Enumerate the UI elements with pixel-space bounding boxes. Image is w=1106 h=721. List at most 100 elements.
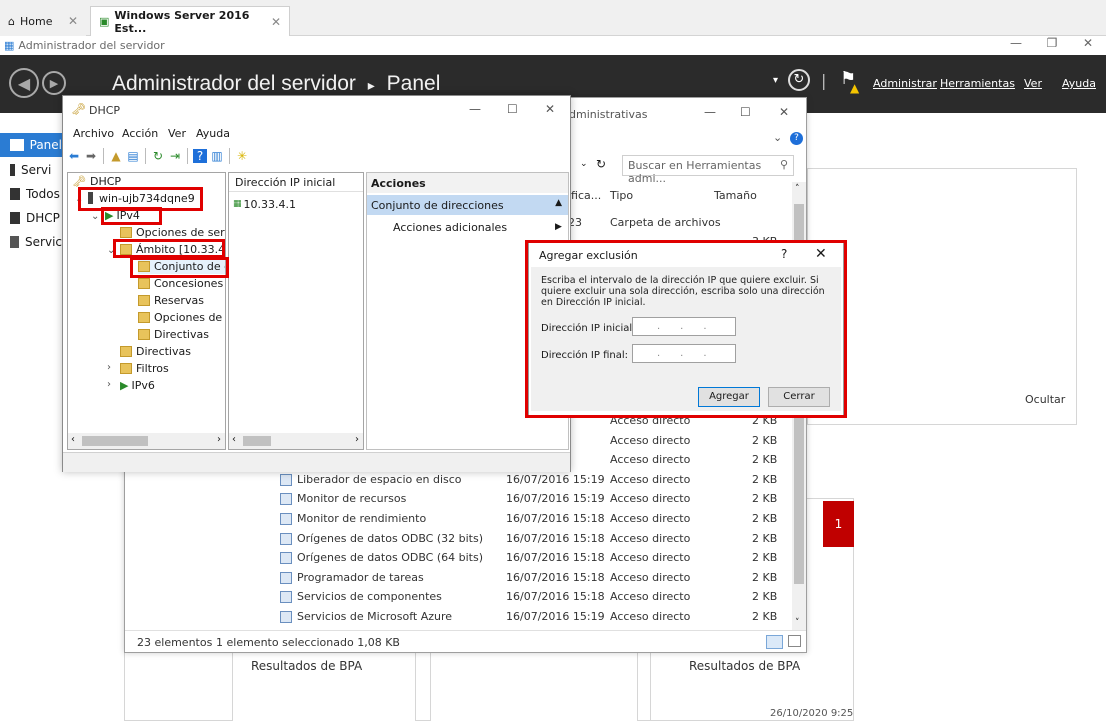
scrollbar-thumb[interactable] xyxy=(82,436,148,446)
help-button[interactable]: ? xyxy=(781,247,787,261)
tree-item-scope[interactable]: Ámbito [10.33.4.0] xyxy=(120,241,225,257)
help-icon[interactable]: ? xyxy=(790,132,803,145)
status-badge[interactable]: 1 xyxy=(823,501,854,547)
chevron-left-icon[interactable]: ‹ xyxy=(71,434,75,445)
close-icon[interactable]: ✕ xyxy=(271,15,281,29)
restore-icon[interactable]: ❐ xyxy=(1034,36,1070,50)
chevron-down-icon[interactable]: ⌄ xyxy=(91,211,99,222)
tree-item-filters[interactable]: Filtros xyxy=(120,360,169,376)
sidebar-item-file-services[interactable]: Servic xyxy=(0,230,62,254)
forward-button[interactable]: ▶ xyxy=(42,71,66,95)
scrollbar-thumb[interactable] xyxy=(243,436,271,446)
chevron-down-icon[interactable]: ⌄ xyxy=(75,194,83,205)
menu-manage[interactable]: Administrar xyxy=(873,77,937,90)
column-header-size[interactable]: Tamaño xyxy=(714,189,757,202)
new-exclusion-icon[interactable]: ✳ xyxy=(235,149,249,163)
bpa-results-right[interactable]: Resultados de BPA xyxy=(689,659,800,673)
menu-view[interactable]: Ver xyxy=(1024,77,1042,90)
help-icon[interactable]: ? xyxy=(193,149,207,163)
chevron-right-icon[interactable]: › xyxy=(107,379,111,390)
chevron-down-icon[interactable]: ⌄ xyxy=(773,131,782,144)
show-tree-icon[interactable]: ▤ xyxy=(126,149,140,163)
tree-item-leases[interactable]: Concesiones de xyxy=(138,275,225,291)
chevron-up-icon[interactable]: ˄ xyxy=(795,184,800,194)
close-icon[interactable]: ✕ xyxy=(779,105,789,119)
column-header-modified[interactable]: ifica... xyxy=(568,189,601,202)
tree-item-scope-options[interactable]: Opciones de ár xyxy=(138,309,225,325)
chevron-right-icon[interactable]: › xyxy=(107,362,111,373)
tree-item-ipv4[interactable]: ▶ IPv4 xyxy=(105,207,140,223)
table-row[interactable]: Orígenes de datos ODBC (64 bits) 16/07/20… xyxy=(125,548,806,568)
column-header-start-ip[interactable]: Dirección IP inicial xyxy=(235,176,335,189)
large-icons-view-icon[interactable] xyxy=(788,635,801,647)
tree-item-policies[interactable]: Directivas xyxy=(120,343,191,359)
close-icon[interactable]: ✕ xyxy=(1070,36,1106,50)
tree-item-ipv6[interactable]: ▶ IPv6 xyxy=(120,377,155,393)
sidebar-item-local-server[interactable]: Servi xyxy=(0,158,62,182)
list-item[interactable]: ▦ 10.33.4.1 xyxy=(233,196,296,212)
tree-item-address-pool[interactable]: Conjunto de di xyxy=(138,258,225,274)
search-input[interactable]: Buscar en Herramientas admi... ⚲ xyxy=(622,155,794,185)
maximize-icon[interactable]: ☐ xyxy=(507,102,518,116)
up-folder-icon[interactable]: ▲ xyxy=(109,149,123,163)
browser-tab-home[interactable]: ⌂ Home ✕ xyxy=(0,6,86,36)
table-row[interactable]: Orígenes de datos ODBC (32 bits) 16/07/20… xyxy=(125,529,806,549)
close-icon[interactable]: ✕ xyxy=(68,14,78,28)
refresh-button[interactable]: ↻ xyxy=(788,69,810,91)
close-icon[interactable]: ✕ xyxy=(545,102,555,116)
browser-tab-vm[interactable]: ▣ Windows Server 2016 Est... ✕ xyxy=(90,6,290,36)
table-row[interactable]: Servicios de componentes 16/07/2016 15:18… xyxy=(125,587,806,607)
chevron-down-icon[interactable]: ▾ xyxy=(773,75,778,86)
tree-item-server-options[interactable]: Opciones de servid xyxy=(120,224,225,240)
back-button[interactable]: ◀ xyxy=(9,68,39,98)
minimize-icon[interactable]: — xyxy=(998,36,1034,50)
sidebar-item-dhcp[interactable]: DHCP xyxy=(0,206,62,230)
chevron-down-icon[interactable]: ⌄ xyxy=(580,159,588,169)
table-row[interactable]: Monitor de recursos 16/07/2016 15:19 Acces… xyxy=(125,489,806,509)
menu-help[interactable]: Ayuda xyxy=(1062,77,1096,90)
tree-item-dhcp[interactable]: 🗝 DHCP xyxy=(72,173,121,189)
show-action-pane-icon[interactable]: ▥ xyxy=(210,149,224,163)
collapse-icon[interactable]: ▲ xyxy=(555,198,562,208)
actions-section-address-pool[interactable]: Conjunto de direcciones ▲ xyxy=(367,195,568,215)
export-icon[interactable]: ⇥ xyxy=(168,149,182,163)
tree-item-server[interactable]: win-ujb734dqne9 xyxy=(88,190,195,206)
chevron-right-icon[interactable]: › xyxy=(355,434,359,445)
menu-file[interactable]: Archivo xyxy=(73,127,114,140)
menu-tools[interactable]: Herramientas xyxy=(940,77,1015,90)
column-header-type[interactable]: Tipo xyxy=(610,189,633,202)
maximize-icon[interactable]: ☐ xyxy=(740,105,751,119)
forward-icon[interactable]: ➡ xyxy=(84,149,98,163)
table-row[interactable]: Programador de tareas 16/07/2016 15:18 Acc… xyxy=(125,568,806,588)
chevron-right-icon[interactable]: › xyxy=(217,434,221,445)
cancel-button[interactable]: Cerrar xyxy=(768,387,830,407)
more-actions-item[interactable]: Acciones adicionales xyxy=(393,221,507,234)
add-button[interactable]: Agregar xyxy=(698,387,760,407)
tree-item-scope-policies[interactable]: Directivas xyxy=(138,326,209,342)
refresh-icon[interactable]: ↻ xyxy=(596,157,606,171)
sidebar-item-panel[interactable]: Panel xyxy=(0,133,62,157)
horizontal-scrollbar[interactable]: ‹ › xyxy=(68,433,225,449)
horizontal-scrollbar[interactable]: ‹ › xyxy=(229,433,363,449)
tree-item-reservations[interactable]: Reservas xyxy=(138,292,204,308)
start-ip-input[interactable]: ... xyxy=(632,317,736,336)
hide-link[interactable]: Ocultar xyxy=(1025,393,1065,406)
sidebar-item-all-servers[interactable]: Todos xyxy=(0,182,62,206)
chevron-left-icon[interactable]: ‹ xyxy=(232,434,236,445)
refresh-icon[interactable]: ↻ xyxy=(151,149,165,163)
bpa-results-left[interactable]: Resultados de BPA xyxy=(251,659,362,673)
chevron-down-icon[interactable]: ˅ xyxy=(795,618,800,628)
table-row[interactable]: Liberador de espacio en disco 16/07/2016 … xyxy=(125,470,806,490)
back-icon[interactable]: ⬅ xyxy=(67,149,81,163)
minimize-icon[interactable]: — xyxy=(469,102,481,116)
details-view-icon[interactable] xyxy=(766,635,783,649)
close-button[interactable]: ✕ xyxy=(815,246,827,262)
chevron-down-icon[interactable]: ⌄ xyxy=(107,245,115,256)
table-row[interactable]: Servicios de Microsoft Azure 16/07/2016 1… xyxy=(125,607,806,627)
end-ip-input[interactable]: ... xyxy=(632,344,736,363)
menu-action[interactable]: Acción xyxy=(122,127,158,140)
menu-help[interactable]: Ayuda xyxy=(196,127,230,140)
minimize-icon[interactable]: — xyxy=(704,105,716,119)
table-row[interactable]: Monitor de rendimiento 16/07/2016 15:18 Ac… xyxy=(125,509,806,529)
menu-view[interactable]: Ver xyxy=(168,127,186,140)
